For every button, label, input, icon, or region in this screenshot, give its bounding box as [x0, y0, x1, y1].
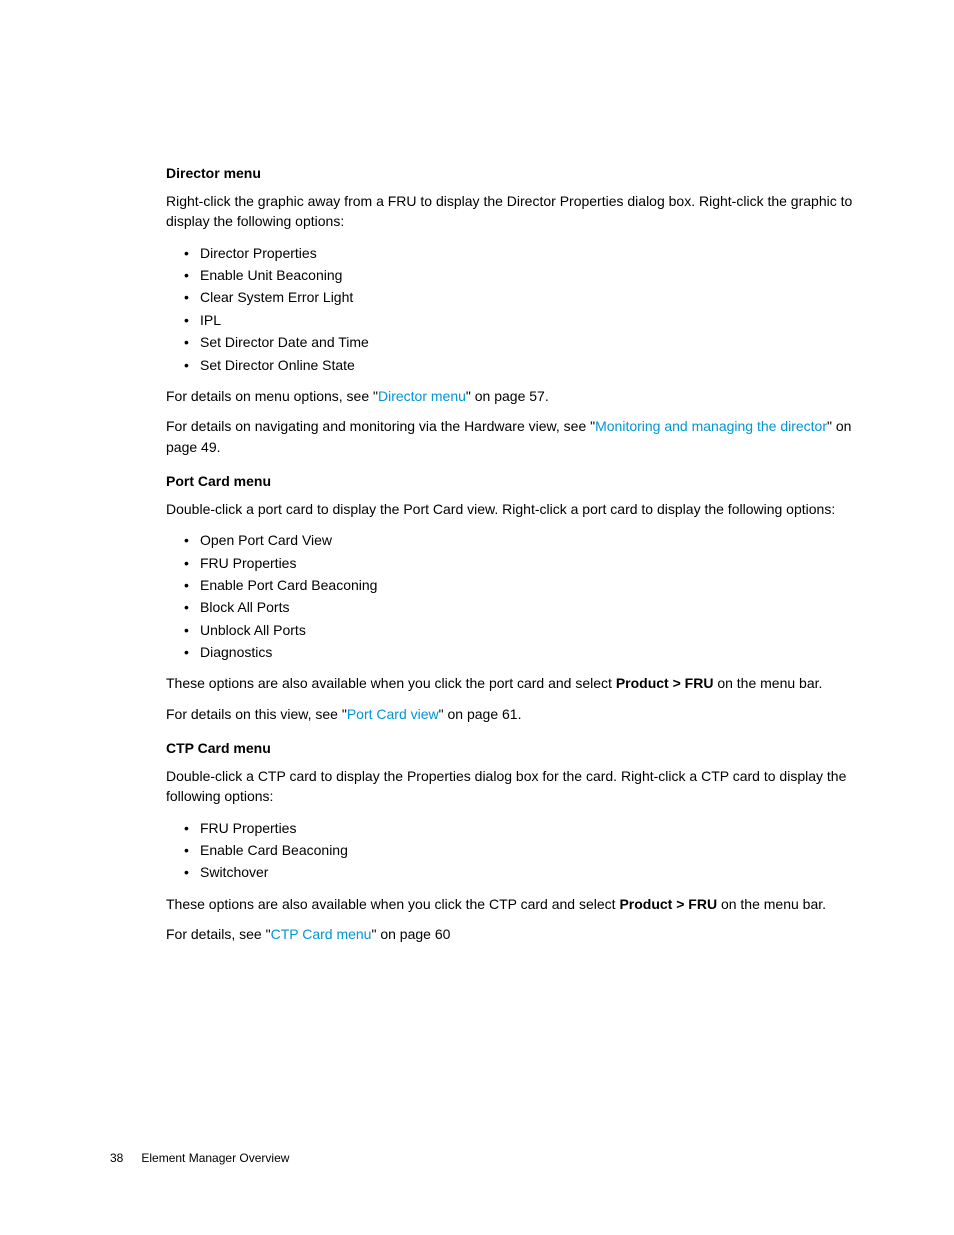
text-segment: For details on this view, see "	[166, 706, 347, 722]
chapter-title: Element Manager Overview	[141, 1151, 289, 1165]
page-footer: 38 Element Manager Overview	[110, 1151, 289, 1165]
director-menu-heading: Director menu	[166, 165, 854, 181]
ctp-card-menu-link[interactable]: CTP Card menu	[271, 926, 372, 942]
monitoring-managing-link[interactable]: Monitoring and managing the director	[595, 418, 827, 434]
list-item: Clear System Error Light	[184, 286, 854, 308]
director-menu-link[interactable]: Director menu	[378, 388, 466, 404]
text-segment: For details, see "	[166, 926, 271, 942]
text-segment: For details on menu options, see "	[166, 388, 378, 404]
port-card-view-link[interactable]: Port Card view	[347, 706, 439, 722]
port-card-details-2: For details on this view, see "Port Card…	[166, 704, 854, 724]
list-item: Unblock All Ports	[184, 619, 854, 641]
list-item: Enable Port Card Beaconing	[184, 574, 854, 596]
text-segment: " on page 60	[371, 926, 450, 942]
text-segment: " on page 61.	[439, 706, 522, 722]
ctp-card-menu-section: CTP Card menu Double-click a CTP card to…	[166, 740, 854, 944]
list-item: Switchover	[184, 861, 854, 883]
list-item: Set Director Date and Time	[184, 331, 854, 353]
text-segment: These options are also available when yo…	[166, 896, 619, 912]
product-fru-bold: Product > FRU	[616, 675, 714, 691]
director-details-2: For details on navigating and monitoring…	[166, 416, 854, 457]
port-card-details-1: These options are also available when yo…	[166, 673, 854, 693]
director-menu-list: Director Properties Enable Unit Beaconin…	[166, 242, 854, 376]
port-card-menu-section: Port Card menu Double-click a port card …	[166, 473, 854, 724]
director-menu-intro: Right-click the graphic away from a FRU …	[166, 191, 854, 232]
ctp-card-details-2: For details, see "CTP Card menu" on page…	[166, 924, 854, 944]
list-item: Set Director Online State	[184, 354, 854, 376]
ctp-card-details-1: These options are also available when yo…	[166, 894, 854, 914]
port-card-menu-heading: Port Card menu	[166, 473, 854, 489]
list-item: IPL	[184, 309, 854, 331]
list-item: Enable Unit Beaconing	[184, 264, 854, 286]
text-segment: on the menu bar.	[717, 896, 826, 912]
page-content: Director menu Right-click the graphic aw…	[0, 0, 954, 944]
director-menu-section: Director menu Right-click the graphic aw…	[166, 165, 854, 457]
list-item: Director Properties	[184, 242, 854, 264]
list-item: Enable Card Beaconing	[184, 839, 854, 861]
port-card-menu-intro: Double-click a port card to display the …	[166, 499, 854, 519]
text-segment: on the menu bar.	[713, 675, 822, 691]
text-segment: These options are also available when yo…	[166, 675, 616, 691]
port-card-menu-list: Open Port Card View FRU Properties Enabl…	[166, 529, 854, 663]
list-item: Open Port Card View	[184, 529, 854, 551]
list-item: Block All Ports	[184, 596, 854, 618]
product-fru-bold: Product > FRU	[619, 896, 717, 912]
ctp-card-menu-intro: Double-click a CTP card to display the P…	[166, 766, 854, 807]
list-item: Diagnostics	[184, 641, 854, 663]
ctp-card-menu-list: FRU Properties Enable Card Beaconing Swi…	[166, 817, 854, 884]
text-segment: For details on navigating and monitoring…	[166, 418, 595, 434]
text-segment: " on page 57.	[466, 388, 549, 404]
list-item: FRU Properties	[184, 552, 854, 574]
director-details-1: For details on menu options, see "Direct…	[166, 386, 854, 406]
list-item: FRU Properties	[184, 817, 854, 839]
page-number: 38	[110, 1151, 123, 1165]
ctp-card-menu-heading: CTP Card menu	[166, 740, 854, 756]
